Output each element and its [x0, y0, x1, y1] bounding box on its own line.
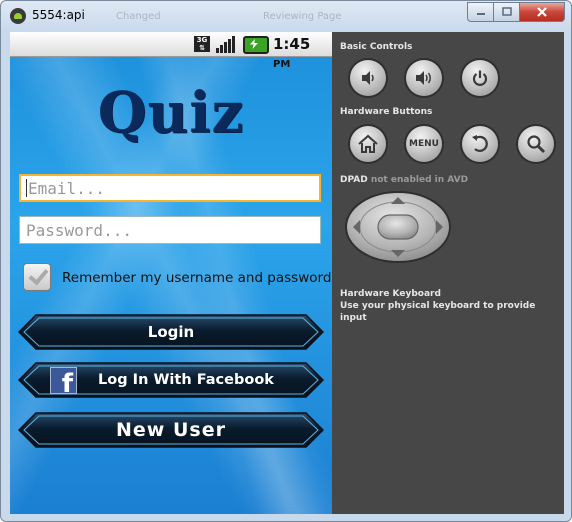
quiz-logo: Quiz: [97, 80, 245, 146]
dpad-note: not enabled in AVD: [370, 175, 469, 185]
facebook-login-button[interactable]: Log In With Facebook: [18, 362, 324, 399]
dpad-heading: DPAD not enabled in AVD: [340, 175, 468, 185]
volume-up-icon: [416, 71, 431, 85]
window-title: 5554:api: [32, 8, 85, 22]
network-type: 3G: [196, 36, 208, 44]
menu-label: MENU: [409, 139, 439, 149]
close-button[interactable]: [520, 2, 565, 22]
title-bar[interactable]: 5554:api Changed Reviewing Page: [1, 1, 571, 31]
signal-strength-icon: [216, 36, 235, 53]
password-field[interactable]: Password...: [19, 216, 321, 244]
clock-ampm: PM: [273, 59, 291, 70]
password-placeholder: Password...: [26, 221, 132, 240]
android-app-icon: [10, 8, 26, 24]
home-button[interactable]: [350, 126, 386, 162]
volume-down-icon: [362, 71, 374, 85]
hardware-buttons-heading: Hardware Buttons: [340, 107, 433, 117]
new-user-label: New User: [116, 419, 226, 441]
home-icon: [358, 134, 378, 153]
emulator-controls-panel: Basic Controls Hardware Buttons MENU DPA…: [332, 32, 564, 514]
battery-charging-icon: [243, 36, 269, 54]
power-icon: [472, 70, 488, 86]
dpad-center-button[interactable]: [377, 214, 419, 240]
dpad-title: DPAD: [340, 175, 368, 185]
close-icon: [537, 7, 547, 17]
remember-checkbox[interactable]: [23, 263, 51, 291]
background-tab-label: Changed: [116, 11, 161, 22]
volume-down-button[interactable]: [350, 60, 386, 96]
minimize-icon: [476, 13, 485, 15]
background-tab-label: Reviewing Page: [263, 11, 342, 22]
email-placeholder: Email...: [28, 179, 106, 198]
new-user-button[interactable]: New User: [18, 412, 324, 448]
keyboard-title: Hardware Keyboard: [340, 289, 441, 299]
hardware-keyboard-note: Hardware Keyboard Use your physical keyb…: [340, 288, 564, 324]
clock-time: 1:45: [273, 35, 311, 53]
phone-screen: 3G ⇅ 1:45 PM Quiz Email... Password... Re…: [10, 32, 332, 514]
status-bar: 3G ⇅ 1:45 PM: [10, 32, 332, 70]
dpad-control[interactable]: [344, 190, 452, 264]
emulator-client: 3G ⇅ 1:45 PM Quiz Email... Password... Re…: [10, 32, 564, 514]
back-button[interactable]: [462, 126, 498, 162]
email-field[interactable]: Email...: [19, 174, 321, 202]
keyboard-description: Use your physical keyboard to provide in…: [340, 301, 536, 323]
facebook-label: Log In With Facebook: [98, 372, 274, 388]
window-controls: [467, 2, 565, 22]
search-icon: [527, 135, 546, 154]
remember-label[interactable]: Remember my username and password: [62, 270, 331, 286]
maximize-icon: [501, 7, 512, 16]
maximize-button[interactable]: [494, 2, 520, 22]
login-label: Login: [147, 323, 195, 341]
power-button[interactable]: [462, 60, 498, 96]
basic-controls-heading: Basic Controls: [340, 42, 413, 52]
emulator-window: 5554:api Changed Reviewing Page 3G ⇅ 1:4…: [0, 0, 572, 522]
volume-up-button[interactable]: [406, 60, 442, 96]
back-icon: [472, 135, 488, 152]
login-button[interactable]: Login: [18, 314, 324, 350]
minimize-button[interactable]: [467, 2, 494, 22]
search-button[interactable]: [518, 126, 554, 162]
network-3g-icon: 3G ⇅: [194, 36, 210, 52]
text-cursor: [26, 179, 27, 197]
menu-button[interactable]: MENU: [406, 126, 442, 162]
clock: 1:45 PM: [273, 35, 332, 71]
